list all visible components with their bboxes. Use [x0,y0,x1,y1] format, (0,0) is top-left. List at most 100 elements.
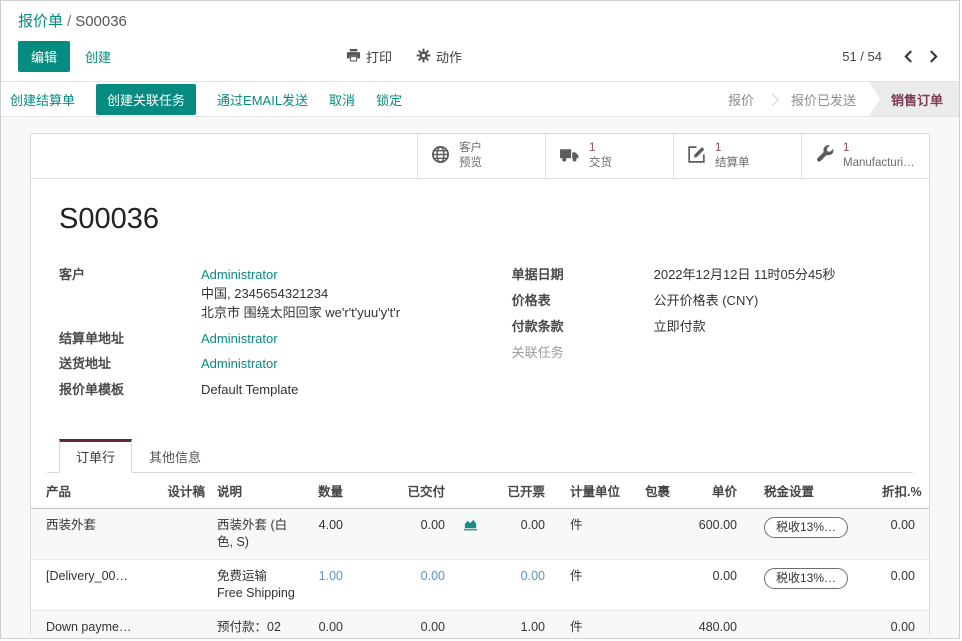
invoice-count: 1 [715,142,721,154]
col-delivered[interactable]: 已交付 [349,473,451,509]
truck-icon [559,146,580,166]
record-name: S00036 [59,203,913,236]
record-pager: 51 / 54 [842,48,942,65]
create-invoice-button[interactable]: 创建结算单 [10,90,75,109]
forecast-spacer [451,559,489,610]
col-invoiced[interactable]: 已开票 [489,473,551,509]
customer-address-line2: 北京市 围绕太阳回家 we'r't'yuu'y't'r [201,305,400,320]
cell-package [639,559,691,610]
order-line-row-3[interactable]: Down payme… 预付款：02 2023 0.00 0.00 1.00 件… [31,610,929,639]
field-column-right: 单据日期 2022年12月12日 11时05分45秒 价格表 公开价格表 (CN… [512,266,913,407]
delivery-count: 1 [589,142,595,154]
status-step-sale-order[interactable]: 销售订单 [869,82,959,116]
delivery-address-link[interactable]: Administrator [201,356,278,371]
gear-icon [416,48,431,66]
cell-qty: 1.00 [301,559,349,610]
customer-link[interactable]: Administrator [201,267,278,282]
customer-preview-button[interactable]: 客户预览 [417,134,545,178]
col-unit-price[interactable]: 单价 [691,473,743,509]
edit-note-icon [687,145,706,167]
print-button[interactable]: 打印 [346,47,392,66]
invoice-address-link[interactable]: Administrator [201,331,278,346]
printer-icon [346,48,361,66]
cell-uom: 件 [551,610,639,639]
cell-product: [Delivery_00… [31,559,151,610]
control-panel: 编辑 创建 打印 动作 51 / 54 [1,34,959,81]
col-design[interactable]: 设计稿 [151,473,211,509]
payment-terms-label: 付款条款 [512,318,654,337]
payment-terms-value: 立即付款 [654,318,706,337]
col-qty[interactable]: 数量 [301,473,349,509]
quotation-template-value: Default Template [201,381,298,400]
col-uom[interactable]: 计量单位 [551,473,639,509]
cancel-button[interactable]: 取消 [329,90,355,109]
forecast-area-chart-icon[interactable] [451,509,489,560]
cell-discount: 0.00 [876,509,929,560]
cell-uom: 件 [551,509,639,560]
field-column-left: 客户 Administrator 中国, 2345654321234 北京市 围… [59,266,512,407]
cell-product: Down payme… [31,610,151,639]
order-line-row-2[interactable]: [Delivery_00… 免费运输 Free Shipping 1.00 0.… [31,559,929,610]
customer-address-line1: 中国, 2345654321234 [201,286,328,301]
invoice-label: 结算单 [715,157,750,169]
col-product[interactable]: 产品 [31,473,151,509]
statusbar-buttons: 创建结算单 创建关联任务 通过EMAIL发送 取消 锁定 [1,82,402,116]
preview-label-line1: 客户 [459,142,482,154]
action-label: 动作 [436,47,462,66]
form-body: S00036 客户 Administrator 中国, 234565432123… [31,203,929,473]
cell-discount: 0.00 [876,610,929,639]
action-menu-button[interactable]: 动作 [416,47,462,66]
cell-invoiced: 0.00 [489,559,551,610]
col-discount[interactable]: 折扣.% [876,473,929,509]
col-forecast-spacer [451,473,489,509]
related-task-label: 关联任务 [512,344,654,363]
pager-previous-icon[interactable] [900,48,917,65]
delivery-label: 交货 [589,157,612,169]
delivery-stat-button[interactable]: 1 交货 [545,134,673,178]
cell-package [639,610,691,639]
manufacturing-label: Manufacturi… [843,157,915,169]
status-step-quotation[interactable]: 报价 [715,82,767,116]
odoo-sale-order-window: 报价单/S00036 编辑 创建 打印 动作 51 / 54 创建结算单 创建关… [0,0,960,639]
manufacturing-stat-button[interactable]: 1Manufacturi… [801,134,929,178]
pricelist-value: 公开价格表 (CNY) [654,292,759,311]
pager-next-icon[interactable] [925,48,942,65]
create-task-button[interactable]: 创建关联任务 [96,84,196,115]
tab-other-info[interactable]: 其他信息 [132,439,218,473]
edit-button[interactable]: 编辑 [18,41,70,72]
cell-unit-price: 480.00 [691,610,743,639]
cell-product: 西装外套 [31,509,151,560]
col-description[interactable]: 说明 [211,473,301,509]
field-quotation-template: 报价单模板 Default Template [59,381,512,400]
lock-button[interactable]: 锁定 [376,90,402,109]
field-groups: 客户 Administrator 中国, 2345654321234 北京市 围… [59,266,913,407]
cell-invoiced: 0.00 [489,509,551,560]
tab-order-lines[interactable]: 订单行 [59,439,132,473]
cell-taxes [743,610,876,639]
statusbar: 创建结算单 创建关联任务 通过EMAIL发送 取消 锁定 报价 报价已发送 销售… [1,81,959,117]
col-taxes[interactable]: 税金设置 [743,473,876,509]
create-button[interactable]: 创建 [85,47,111,66]
delivery-address-label: 送货地址 [59,355,201,374]
breadcrumb-separator: / [67,13,71,30]
status-steps: 报价 报价已发送 销售订单 [715,82,959,116]
form-sheet-background: 客户预览 1 交货 1 结算单 1Manufacturi… S00036 [1,117,959,639]
cell-delivered: 0.00 [349,559,451,610]
record-actions: 打印 动作 [346,47,462,66]
field-invoice-address: 结算单地址 Administrator [59,330,512,349]
status-step-sent[interactable]: 报价已发送 [778,82,869,116]
pricelist-label: 价格表 [512,292,654,311]
field-delivery-address: 送货地址 Administrator [59,355,512,374]
col-package[interactable]: 包裹 [639,473,691,509]
send-by-email-button[interactable]: 通过EMAIL发送 [217,90,308,109]
wrench-icon [815,145,834,167]
breadcrumb-quotations-link[interactable]: 报价单 [18,13,63,30]
invoice-address-label: 结算单地址 [59,330,201,349]
cell-unit-price: 600.00 [691,509,743,560]
order-line-row-1[interactable]: 西装外套 西装外套 (白 色, S) 4.00 0.00 0.00 件 600.… [31,509,929,560]
order-date-value: 2022年12月12日 11时05分45秒 [654,266,836,285]
pager-count: 51 / 54 [842,49,882,64]
customer-label: 客户 [59,266,201,285]
invoice-stat-button[interactable]: 1 结算单 [673,134,801,178]
field-customer: 客户 Administrator 中国, 2345654321234 北京市 围… [59,266,512,323]
